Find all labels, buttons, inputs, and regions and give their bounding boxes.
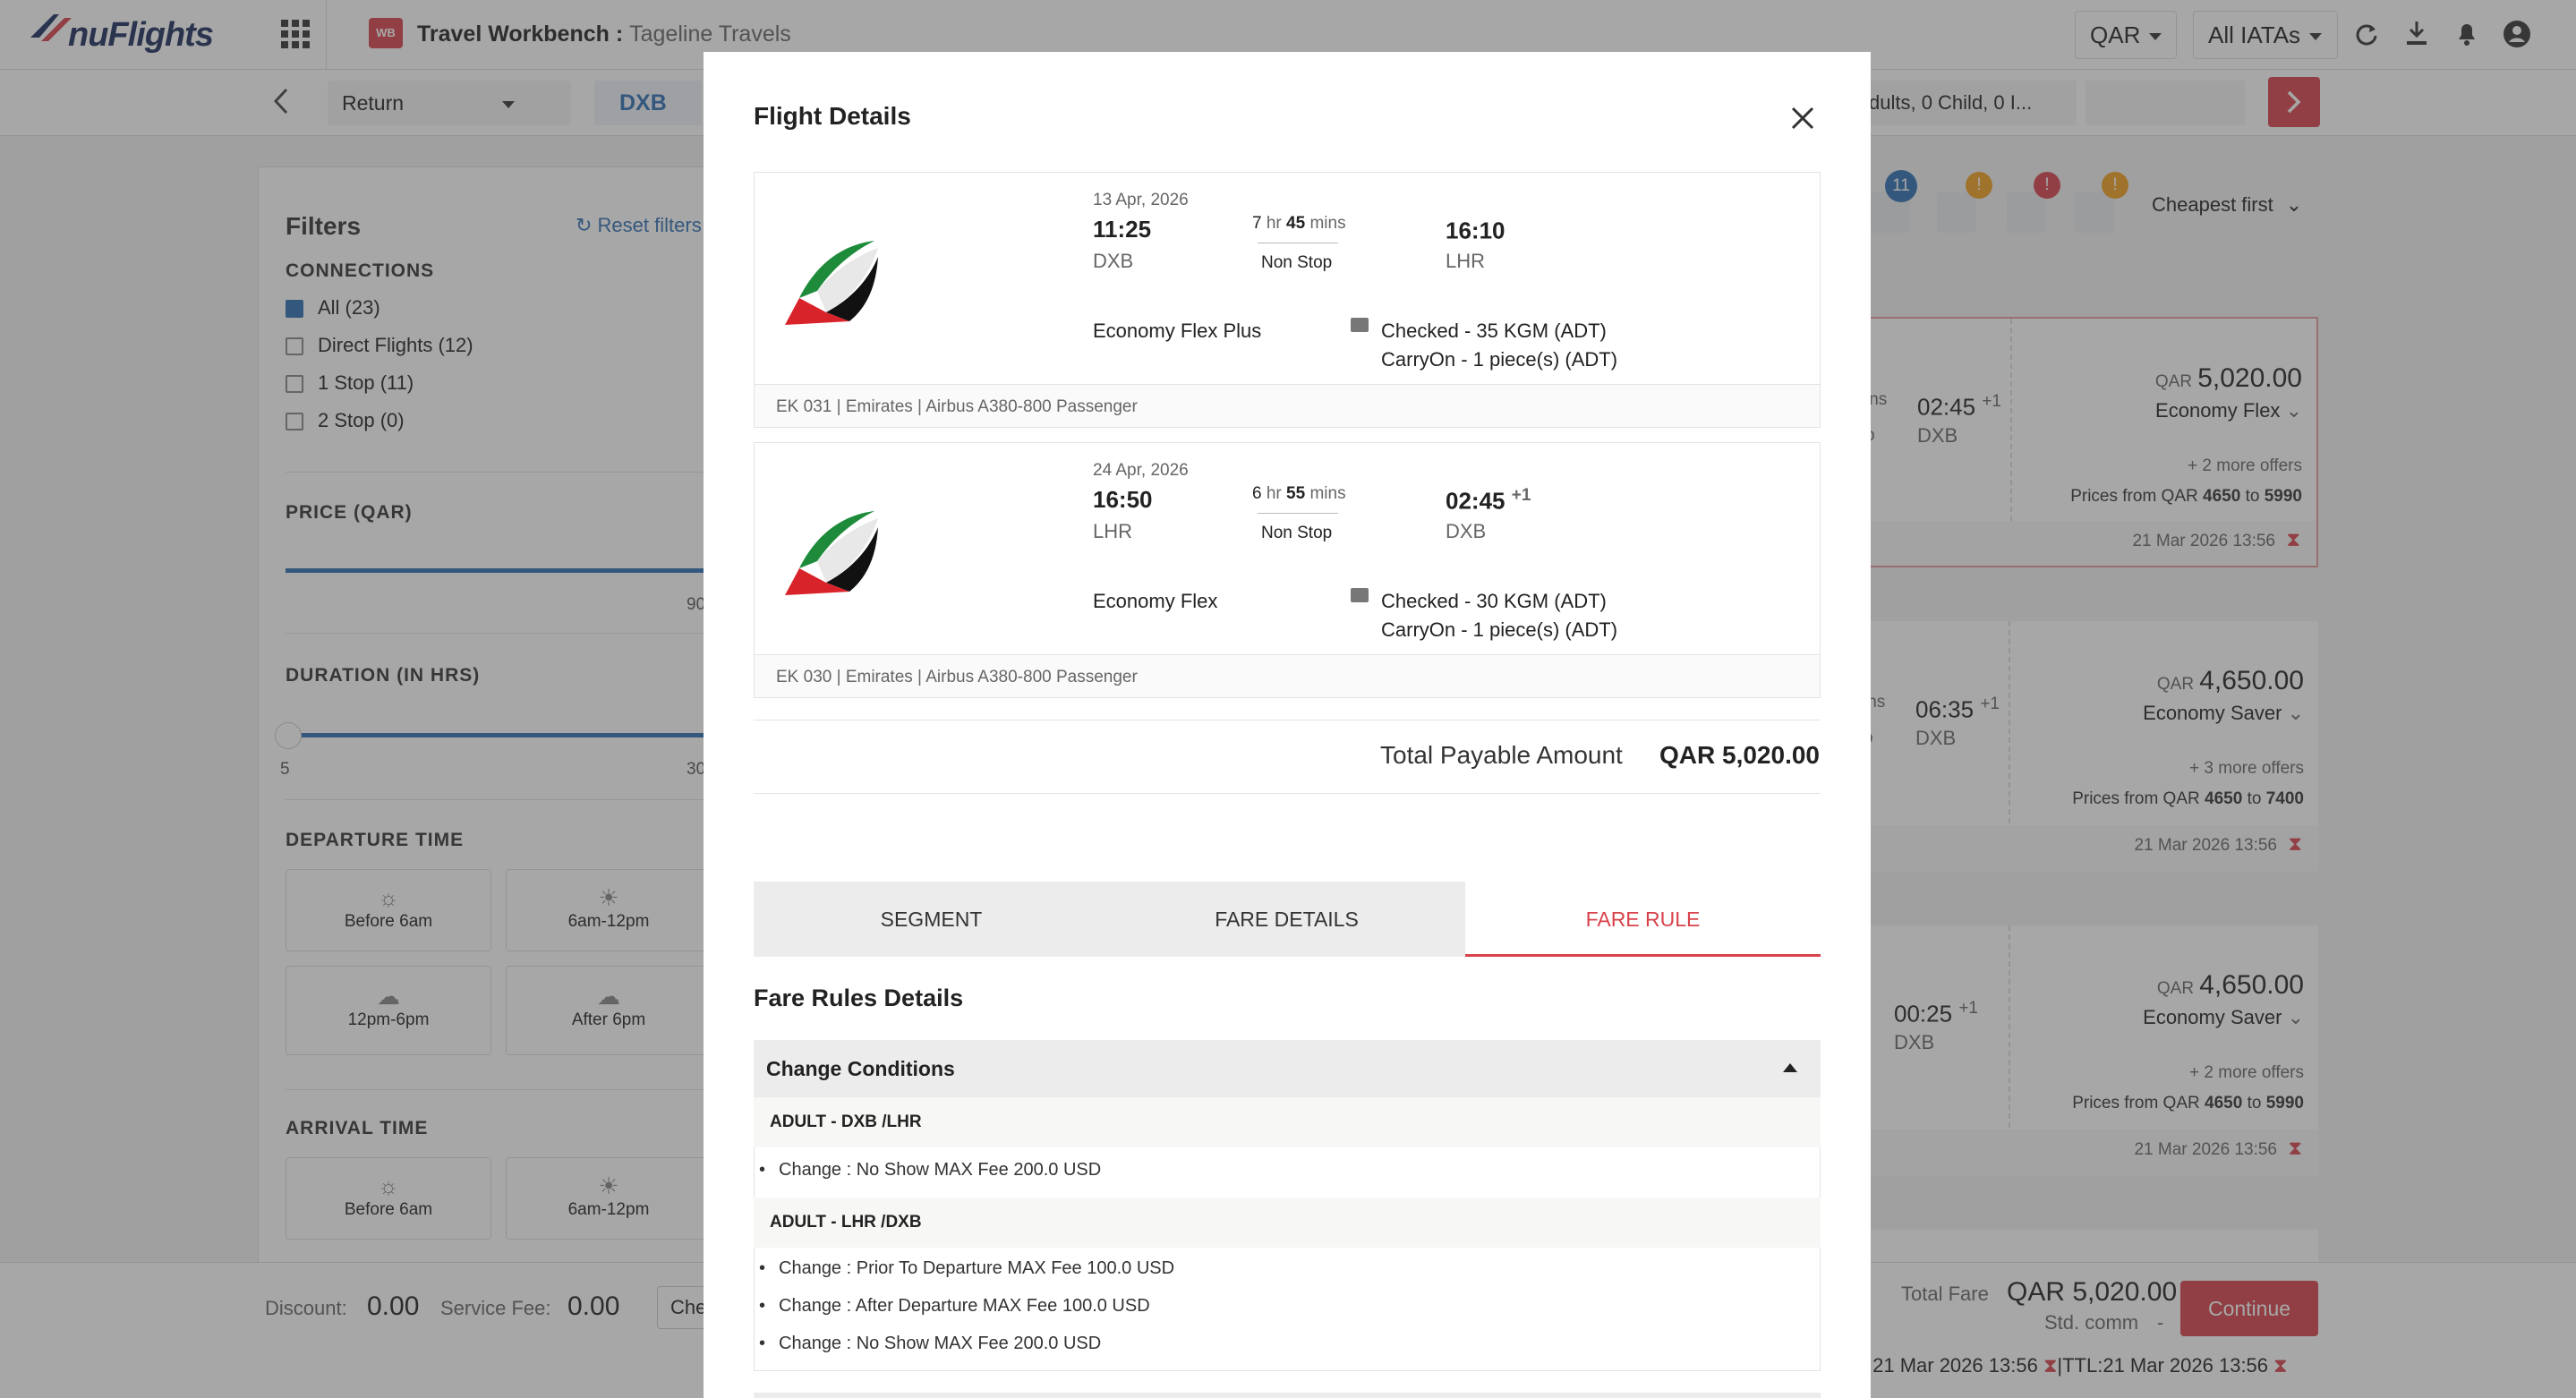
departure-time: 16:50 (1093, 486, 1153, 513)
flight-details-modal: Flight Details 13 Apr, 2026 11:25 DXB 7 … (704, 52, 1871, 1398)
divider (754, 793, 1821, 794)
checked-baggage: Checked - 35 KGM (ADT) (1381, 320, 1607, 342)
arrival-time: 02:45 +1 (1446, 486, 1531, 516)
rule-item: Change : No Show MAX Fee 200.0 USD (759, 1334, 1101, 1354)
arrival-time-value: 02:45 (1446, 487, 1506, 515)
segment-footer: EK 030 | Emirates | Airbus A380-800 Pass… (755, 654, 1820, 697)
fare-family: Economy Flex (1093, 590, 1218, 612)
stops-label: Non Stop (1261, 524, 1333, 542)
arrival-airport: DXB (1446, 520, 1487, 542)
hours-unit: hr (1266, 484, 1282, 503)
flight-segment: 13 Apr, 2026 11:25 DXB 7 hr 45 mins Non … (754, 172, 1821, 428)
emirates-logo-icon (785, 511, 878, 595)
segment-duration: 7 hr 45 mins (1252, 214, 1346, 234)
modal-title: Flight Details (754, 102, 911, 130)
rule-group-title: ADULT - LHR /DXB (754, 1198, 1821, 1248)
tab-segment[interactable]: SEGMENT (754, 882, 1109, 957)
segment-duration: 6 hr 55 mins (1252, 484, 1346, 504)
tab-fare-details[interactable]: FARE DETAILS (1109, 882, 1464, 957)
departure-airport: DXB (1093, 250, 1134, 272)
departure-time: 11:25 (1093, 216, 1152, 243)
arrival-time-value: 16:10 (1446, 217, 1506, 244)
rule-group-title: ADULT - DXB /LHR (754, 1097, 1821, 1147)
total-payable-value: QAR 5,020.00 (1659, 741, 1820, 769)
chevron-up-icon (1783, 1063, 1797, 1072)
next-section-stub (754, 1393, 1821, 1398)
carryon-baggage: CarryOn - 1 piece(s) (ADT) (1381, 618, 1618, 641)
emirates-logo-icon (785, 241, 878, 325)
duration-hours: 6 (1252, 484, 1262, 503)
segment-date: 13 Apr, 2026 (1093, 191, 1189, 209)
details-tabs: SEGMENT FARE DETAILS FARE RULE (754, 882, 1821, 957)
minutes-unit: mins (1309, 484, 1346, 503)
duration-minutes: 55 (1286, 484, 1306, 503)
divider (1258, 513, 1338, 514)
flight-segment: 24 Apr, 2026 16:50 LHR 6 hr 55 mins Non … (754, 442, 1821, 698)
arrival-time: 16:10 (1446, 216, 1506, 245)
total-payable-label: Total Payable Amount (1380, 741, 1623, 769)
fare-rules-title: Fare Rules Details (754, 985, 964, 1011)
tab-fare-rule[interactable]: FARE RULE (1465, 882, 1821, 957)
close-icon[interactable] (1790, 106, 1815, 131)
flight-info: EK 030 | Emirates | Airbus A380-800 Pass… (776, 668, 1138, 686)
duration-hours: 7 (1252, 214, 1262, 233)
change-conditions-header[interactable]: Change Conditions (754, 1040, 1821, 1097)
rule-item: Change : After Departure MAX Fee 100.0 U… (759, 1296, 1150, 1317)
rule-item: Change : Prior To Departure MAX Fee 100.… (759, 1258, 1174, 1279)
segment-footer: EK 031 | Emirates | Airbus A380-800 Pass… (755, 384, 1820, 427)
arrival-airport: LHR (1446, 250, 1486, 272)
rule-item: Change : No Show MAX Fee 200.0 USD (759, 1160, 1101, 1181)
section-title: Change Conditions (766, 1057, 955, 1080)
segment-date: 24 Apr, 2026 (1093, 461, 1189, 480)
flight-info: EK 031 | Emirates | Airbus A380-800 Pass… (776, 397, 1138, 416)
hours-unit: hr (1266, 214, 1282, 233)
luggage-icon (1351, 318, 1369, 332)
luggage-icon (1351, 588, 1369, 602)
fare-family: Economy Flex Plus (1093, 320, 1262, 342)
carryon-baggage: CarryOn - 1 piece(s) (ADT) (1381, 348, 1618, 371)
checked-baggage: Checked - 30 KGM (ADT) (1381, 590, 1607, 612)
stops-label: Non Stop (1261, 253, 1333, 272)
minutes-unit: mins (1309, 214, 1346, 233)
duration-minutes: 45 (1286, 214, 1306, 233)
day-offset: +1 (1511, 486, 1531, 505)
departure-airport: LHR (1093, 520, 1133, 542)
